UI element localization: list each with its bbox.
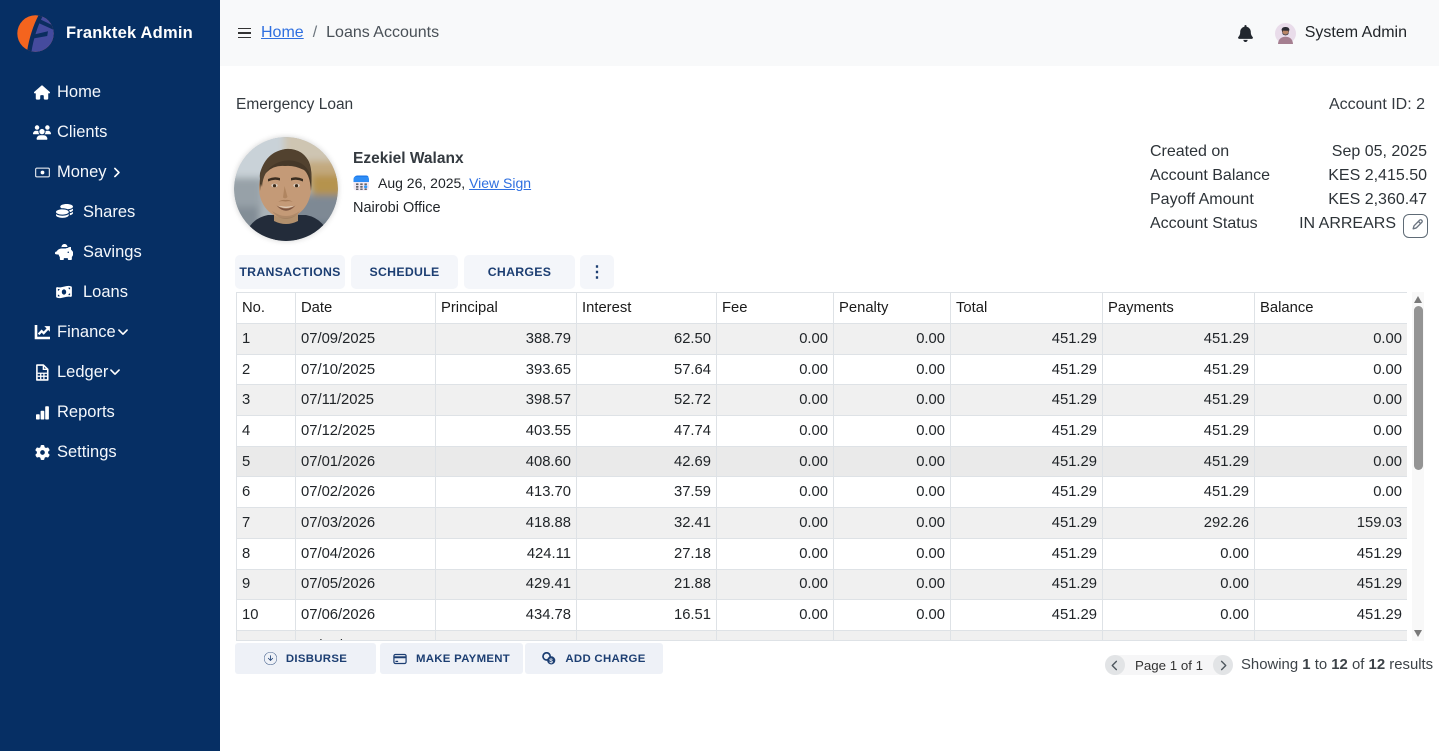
- svg-text:$: $: [550, 658, 554, 665]
